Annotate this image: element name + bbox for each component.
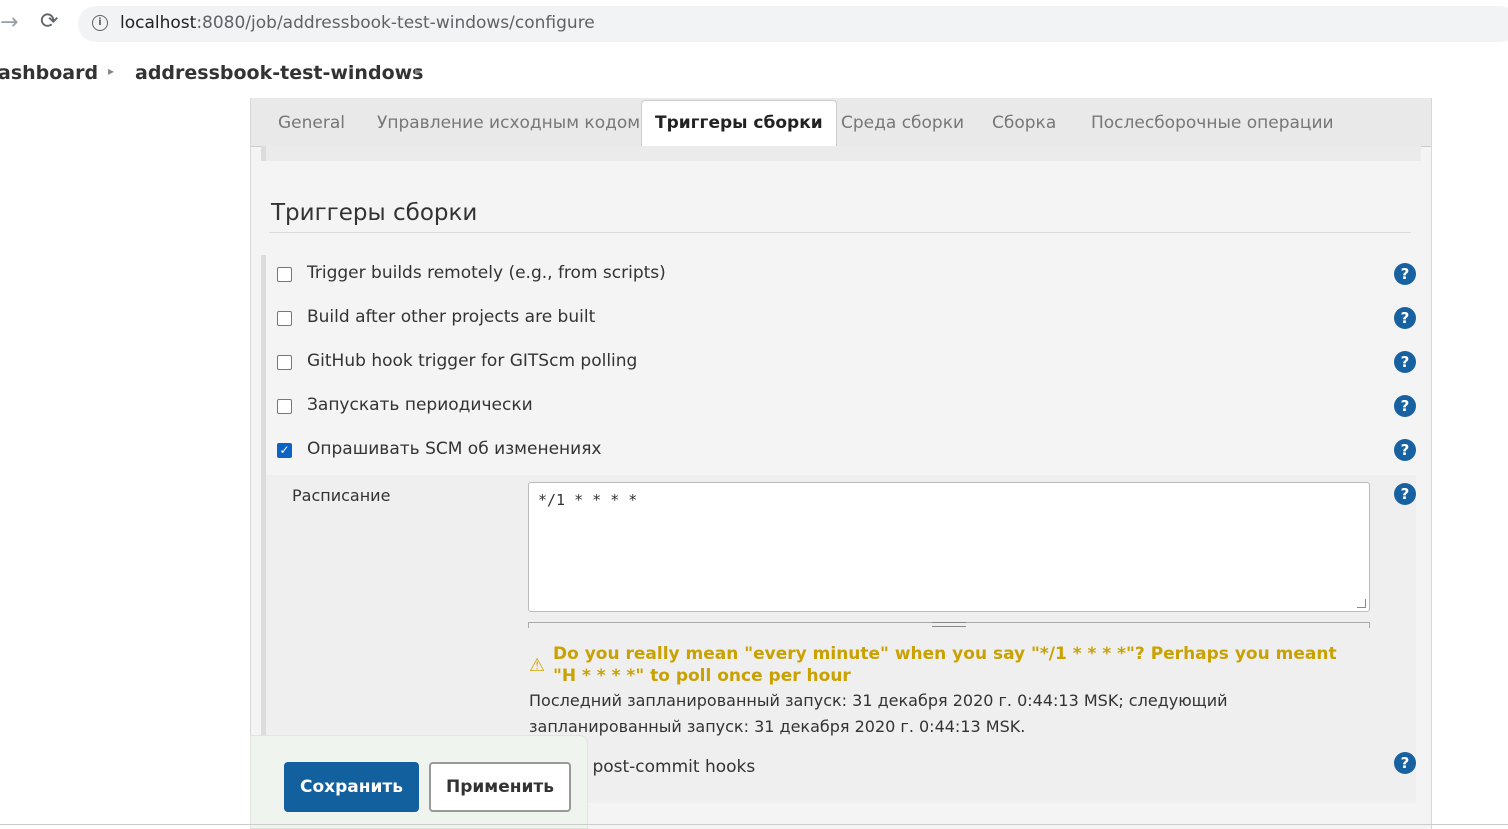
help-icon[interactable]: ? [1394, 263, 1416, 285]
browser-toolbar: → ⟳ i localhost:8080/job/addressbook-tes… [0, 0, 1508, 48]
bottom-sticker: Сохранить Применить [250, 735, 588, 829]
help-icon[interactable]: ? [1394, 351, 1416, 373]
help-icon[interactable]: ? [1394, 395, 1416, 417]
schedule-warning: Do you really mean "every minute" when y… [553, 644, 1337, 686]
config-tabs: General Управление исходным кодом Тригге… [251, 98, 1431, 147]
section-title: Триггеры сборки [271, 200, 478, 226]
schedule-label: Расписание [292, 486, 391, 505]
chevron-right-icon[interactable]: ▸ [108, 64, 114, 78]
trigger-after-other-label[interactable]: Build after other projects are built [307, 307, 595, 327]
tab-underband [261, 146, 1421, 161]
schedule-value[interactable]: */1 * * * * [538, 491, 637, 509]
schedule-textarea[interactable]: */1 * * * * [528, 482, 1370, 612]
trigger-periodic-checkbox[interactable] [277, 399, 292, 414]
schedule-info: Последний запланированный запуск: 31 дек… [529, 691, 1228, 736]
breadcrumb: ashboard ▸ addressbook-test-windows ▸ [0, 48, 1508, 98]
breadcrumb-dashboard[interactable]: ashboard [0, 62, 98, 84]
tab-build[interactable]: Сборка [992, 98, 1056, 146]
config-panel: General Управление исходным кодом Тригге… [250, 98, 1432, 829]
tab-general[interactable]: General [278, 98, 345, 146]
reload-icon[interactable]: ⟳ [40, 9, 58, 34]
chevron-right-icon[interactable]: ▸ [415, 64, 421, 78]
url-text[interactable]: localhost:8080/job/addressbook-test-wind… [120, 13, 595, 33]
tab-build-environment[interactable]: Среда сборки [841, 98, 964, 146]
help-icon[interactable]: ? [1394, 439, 1416, 461]
help-icon[interactable]: ? [1394, 752, 1416, 774]
resize-grip-icon[interactable] [1357, 599, 1366, 608]
bottom-divider [0, 824, 1508, 825]
trigger-after-other-checkbox[interactable] [277, 311, 292, 326]
trigger-periodic-label[interactable]: Запускать периодически [307, 395, 533, 415]
breadcrumb-job[interactable]: addressbook-test-windows [135, 62, 423, 84]
trigger-poll-scm-label[interactable]: Опрашивать SCM об изменениях [307, 439, 602, 459]
drag-handle-icon[interactable] [932, 622, 966, 627]
trigger-poll-scm-checkbox[interactable]: ✓ [277, 443, 292, 458]
arrow-right-icon[interactable]: → [0, 10, 18, 35]
textarea-drag-bar[interactable] [528, 622, 1370, 628]
warning-icon: ⚠ [529, 655, 546, 676]
trigger-remote-label[interactable]: Trigger builds remotely (e.g., from scri… [307, 263, 666, 283]
help-icon[interactable]: ? [1394, 483, 1416, 505]
tab-post-build[interactable]: Послесборочные операции [1091, 98, 1334, 146]
trigger-github-hook-label[interactable]: GitHub hook trigger for GITScm polling [307, 351, 637, 371]
trigger-github-hook-checkbox[interactable] [277, 355, 292, 370]
info-icon[interactable]: i [92, 15, 108, 31]
tab-build-triggers[interactable]: Триггеры сборки [641, 100, 837, 147]
help-icon[interactable]: ? [1394, 307, 1416, 329]
apply-button[interactable]: Применить [429, 762, 571, 812]
save-button[interactable]: Сохранить [284, 762, 419, 812]
section-divider [269, 232, 1411, 233]
trigger-remote-checkbox[interactable] [277, 267, 292, 282]
tab-scm[interactable]: Управление исходным кодом [377, 98, 640, 146]
